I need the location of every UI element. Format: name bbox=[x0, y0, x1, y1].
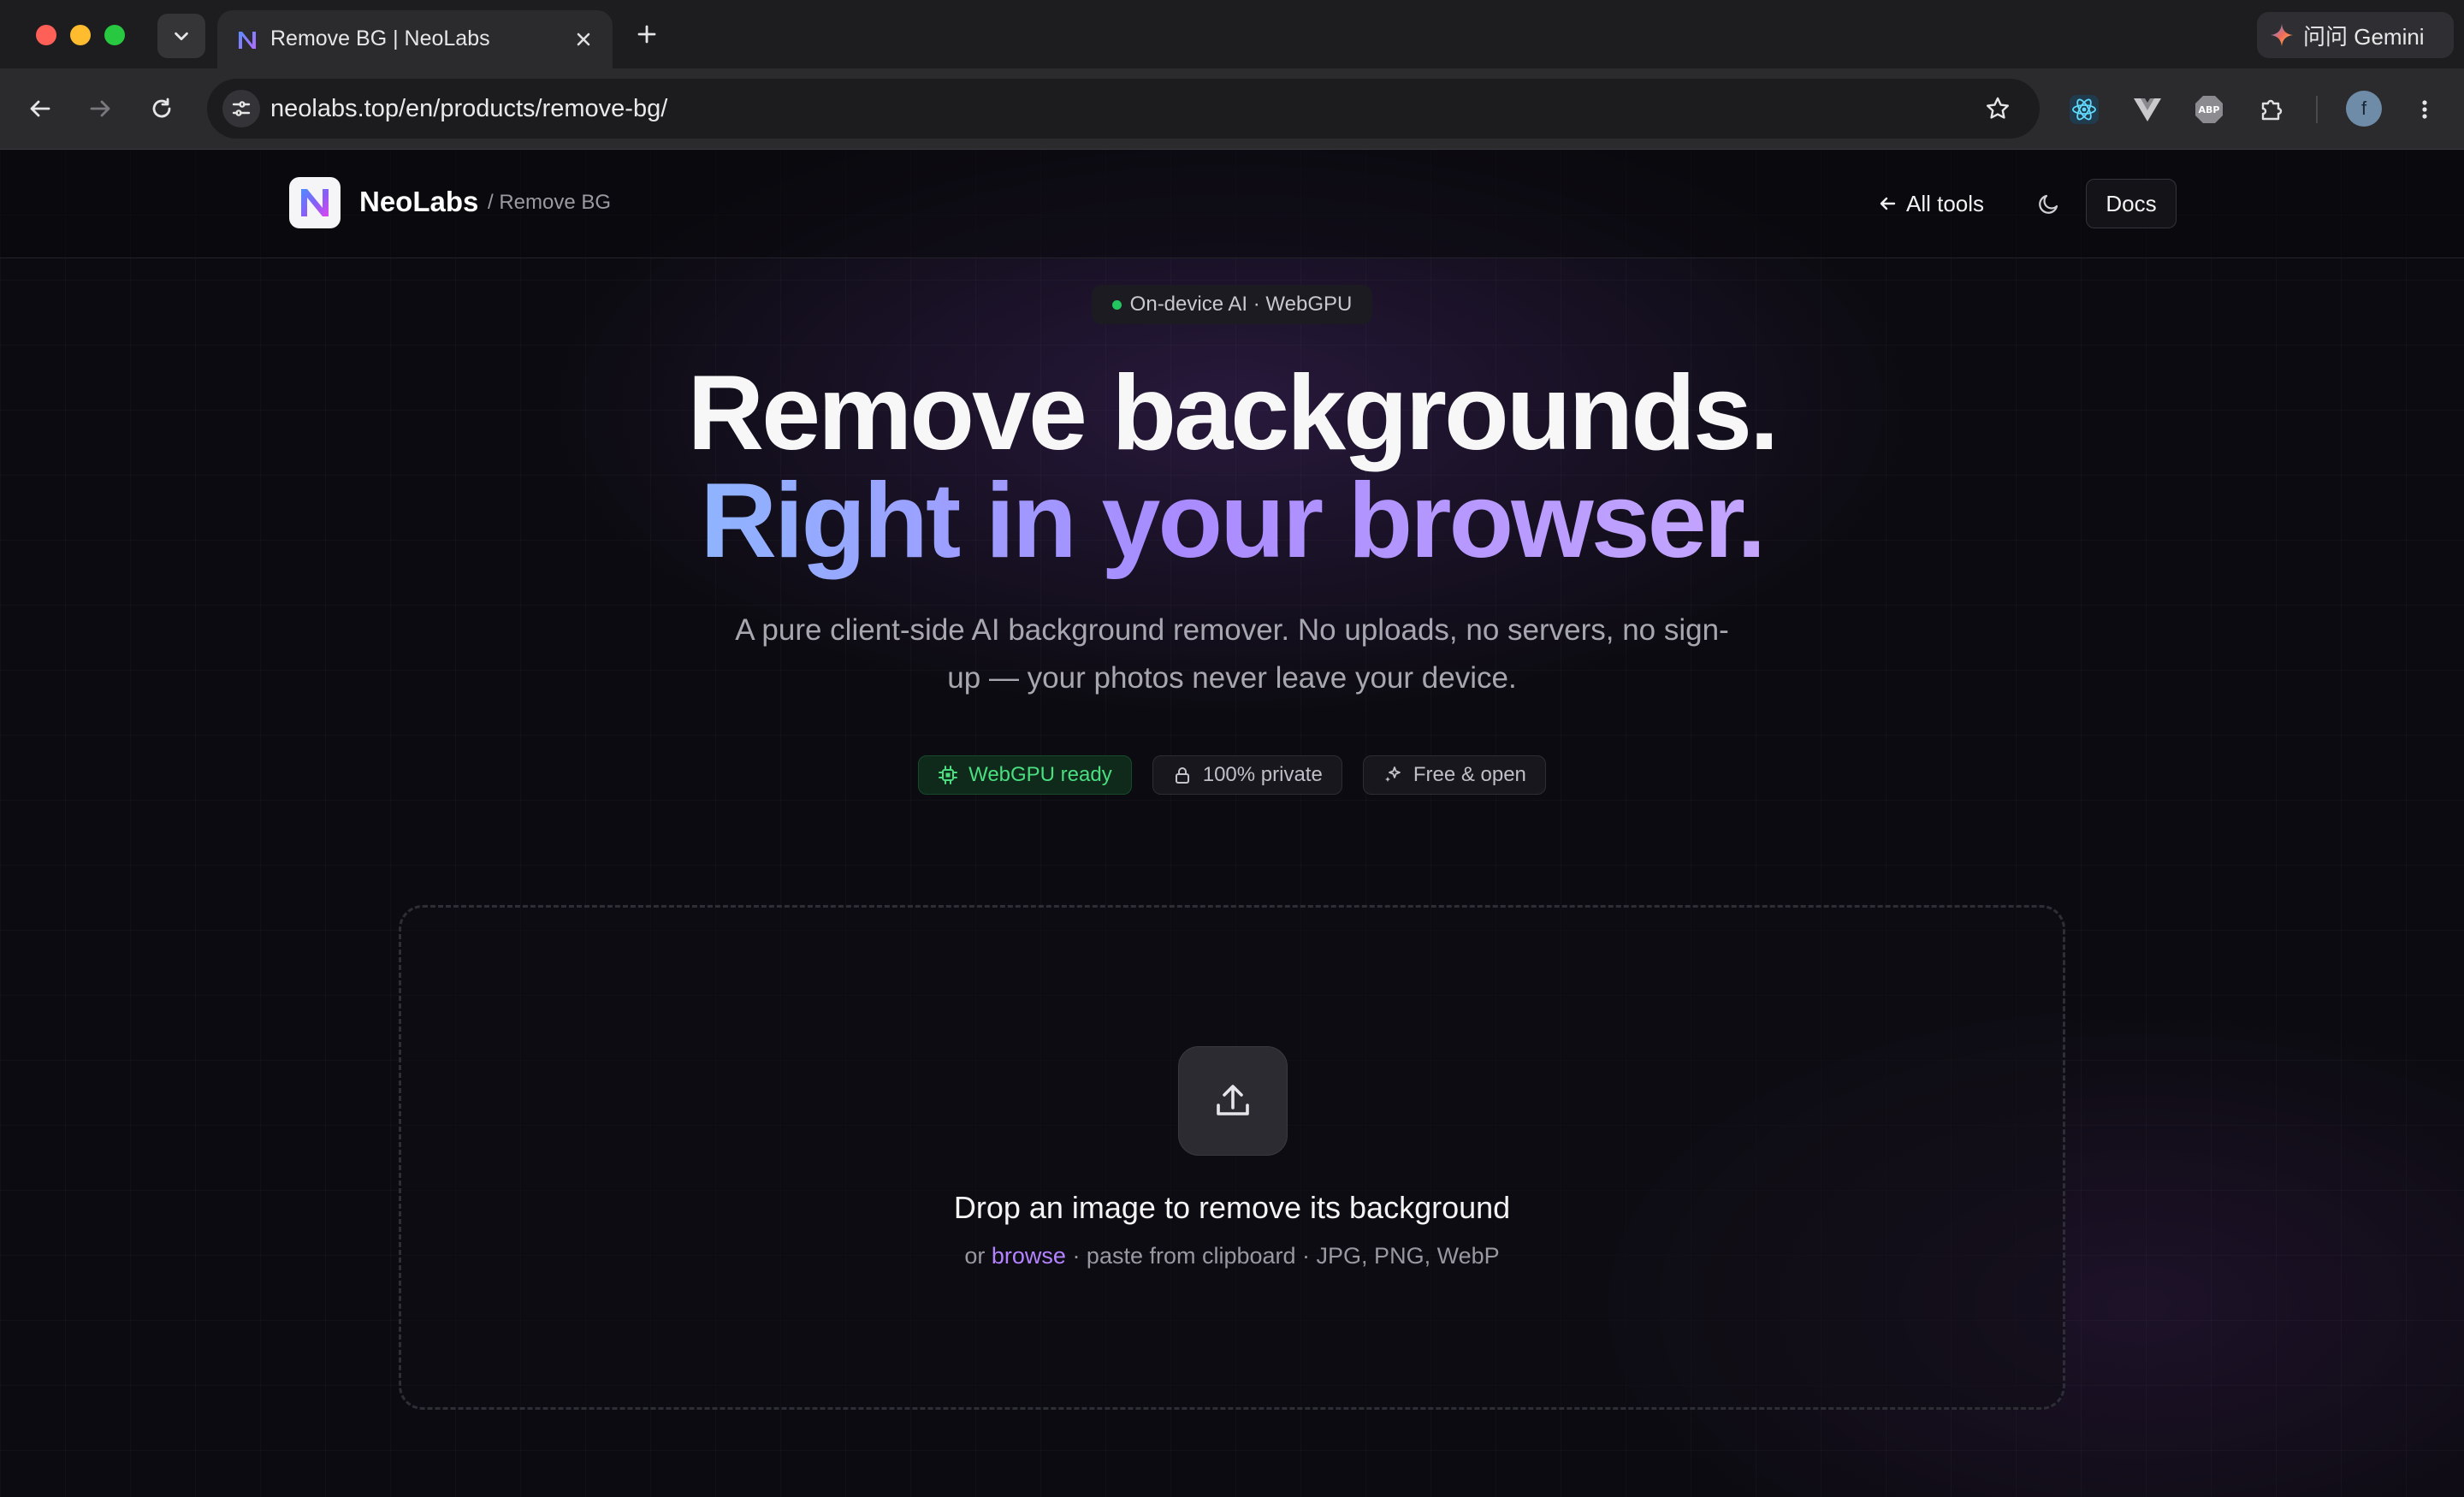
site-info-button[interactable] bbox=[222, 90, 260, 127]
lock-icon bbox=[1175, 767, 1189, 784]
sparkles-icon bbox=[1384, 766, 1401, 782]
dropzone-hint-prefix: or bbox=[964, 1243, 992, 1269]
hero-title-line-1: Remove backgrounds. bbox=[687, 354, 1780, 472]
all-tools-label: All tools bbox=[1906, 190, 1985, 216]
browser-tab-bar: Remove BG | NeoLabs 问问 Gemini bbox=[0, 0, 2464, 68]
vue-devtools-icon bbox=[2134, 98, 2161, 121]
hero-tag-text: On-device AI · WebGPU bbox=[1129, 293, 1353, 316]
reload-button[interactable] bbox=[142, 89, 181, 128]
star-icon bbox=[1987, 97, 2009, 119]
bookmark-star-button[interactable] bbox=[1981, 92, 2014, 125]
browser-tab-active[interactable]: Remove BG | NeoLabs bbox=[217, 10, 613, 68]
dropzone-title: Drop an image to remove its background bbox=[953, 1190, 1511, 1225]
adblock-plus-icon: ABP bbox=[2195, 96, 2223, 123]
url-text: neolabs.top/en/products/remove-bg/ bbox=[270, 95, 668, 122]
plus-icon bbox=[637, 25, 656, 44]
browser-menu-button[interactable] bbox=[2408, 92, 2442, 127]
vue-devtools-extension[interactable] bbox=[2130, 92, 2165, 127]
site-header: NeoLabs / Remove BG All tools Docs bbox=[0, 150, 2464, 258]
badge-private: 100% private bbox=[1152, 755, 1342, 795]
close-window-button[interactable] bbox=[36, 25, 56, 45]
profile-initial: f bbox=[2360, 98, 2367, 119]
puzzle-icon bbox=[2261, 99, 2283, 121]
tab-search-button[interactable] bbox=[157, 14, 205, 58]
arrow-left-icon bbox=[1880, 197, 1896, 210]
neolabs-logo-icon bbox=[301, 189, 329, 216]
moon-icon bbox=[2039, 194, 2058, 214]
svg-text:ABP: ABP bbox=[2199, 104, 2220, 115]
all-tools-link[interactable]: All tools bbox=[1877, 187, 1984, 220]
neolabs-favicon-icon bbox=[239, 32, 256, 49]
hero-title-line-2: Right in your browser. bbox=[0, 461, 2464, 581]
zoom-window-button[interactable] bbox=[104, 25, 125, 45]
arrow-left-icon bbox=[30, 100, 50, 117]
profile-avatar[interactable]: f bbox=[2346, 91, 2382, 127]
tab-title: Remove BG | NeoLabs bbox=[270, 27, 490, 50]
react-devtools-icon bbox=[2070, 95, 2099, 124]
hero-title-gradient-text: Right in your browser. bbox=[700, 462, 1766, 580]
chevron-down-icon bbox=[175, 32, 188, 41]
close-icon bbox=[577, 33, 590, 46]
upload-icon bbox=[1217, 1085, 1249, 1115]
reload-icon bbox=[152, 98, 171, 118]
arrow-right-icon bbox=[90, 100, 110, 117]
badge-private-label: 100% private bbox=[1202, 763, 1323, 786]
upload-button[interactable] bbox=[1178, 1046, 1288, 1156]
react-devtools-extension[interactable] bbox=[2067, 92, 2101, 127]
tune-icon bbox=[232, 101, 251, 116]
breadcrumb: / Remove BG bbox=[488, 191, 612, 214]
chip-icon bbox=[939, 766, 958, 784]
ask-gemini-button[interactable]: 问问 Gemini bbox=[2257, 12, 2454, 58]
minimize-window-button[interactable] bbox=[70, 25, 91, 45]
dropzone-hint: or browse · paste from clipboard · JPG, … bbox=[401, 1243, 2063, 1269]
hero-subtitle: A pure client-side AI background remover… bbox=[735, 613, 1729, 695]
more-vertical-icon bbox=[2422, 100, 2427, 119]
badge-free-open: Free & open bbox=[1362, 755, 1546, 795]
new-tab-button[interactable] bbox=[631, 19, 662, 50]
feature-badges: WebGPU ready 100% private Free & open bbox=[0, 755, 2464, 795]
neolabs-logo[interactable] bbox=[289, 177, 341, 228]
address-bar[interactable]: neolabs.top/en/products/remove-bg/ bbox=[207, 79, 2040, 139]
tab-close-button[interactable] bbox=[570, 26, 597, 53]
dropzone-hint-suffix: · paste from clipboard · JPG, PNG, WebP bbox=[1065, 1243, 1500, 1269]
theme-toggle-button[interactable] bbox=[2033, 187, 2065, 220]
forward-button[interactable] bbox=[80, 89, 120, 128]
badge-free-label: Free & open bbox=[1413, 763, 1526, 786]
hero-tag-pill: On-device AI · WebGPU bbox=[1092, 285, 1372, 324]
gemini-label: 问问 Gemini bbox=[2303, 23, 2425, 50]
badge-webgpu-label: WebGPU ready bbox=[968, 763, 1112, 786]
gemini-sparkle-icon bbox=[2271, 24, 2293, 46]
status-dot bbox=[1111, 299, 1122, 310]
extensions-menu-button[interactable] bbox=[2255, 92, 2289, 127]
brand-name[interactable]: NeoLabs bbox=[359, 186, 478, 218]
adblock-plus-extension[interactable]: ABP bbox=[2192, 92, 2226, 127]
browser-toolbar: neolabs.top/en/products/remove-bg/ ABP f bbox=[0, 68, 2464, 150]
toolbar-divider bbox=[2316, 96, 2318, 123]
docs-button[interactable]: Docs bbox=[2086, 179, 2177, 228]
back-button[interactable] bbox=[21, 89, 60, 128]
browse-link[interactable]: browse bbox=[992, 1243, 1066, 1269]
page-viewport: NeoLabs / Remove BG All tools Docs On-de… bbox=[0, 150, 2464, 1497]
image-dropzone[interactable]: Drop an image to remove its background o… bbox=[399, 905, 2065, 1410]
badge-webgpu-ready: WebGPU ready bbox=[918, 755, 1132, 795]
